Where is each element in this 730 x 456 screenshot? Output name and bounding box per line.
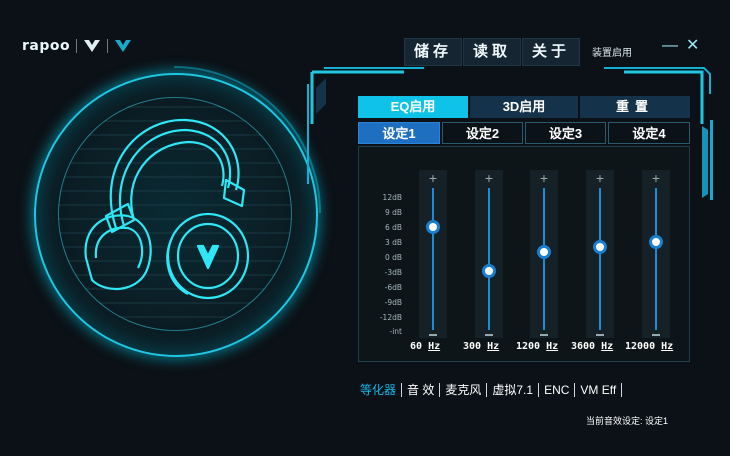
headphone-icon <box>84 118 250 300</box>
brand-logo: rapoo <box>22 38 132 54</box>
band-freq-unit: Hz <box>546 341 559 352</box>
slider-knob-12000hz[interactable] <box>649 234 663 249</box>
scale-label: 12dB <box>382 193 402 202</box>
scale-label: 9 dB <box>384 208 402 217</box>
slider-rail <box>543 188 545 330</box>
minus-icon[interactable] <box>485 334 493 336</box>
band-freq-unit: Hz <box>661 341 674 352</box>
plus-icon[interactable]: + <box>649 170 663 186</box>
band-freq-label: 300 Hz <box>463 341 499 352</box>
nav-virtual-7-1[interactable]: 虚拟7.1 <box>488 381 537 398</box>
slider-rail <box>599 188 601 330</box>
scale-label: 0 dB <box>384 253 402 262</box>
minus-icon[interactable] <box>652 334 660 336</box>
logo-divider <box>76 39 78 53</box>
scale-label: 6 dB <box>384 223 402 232</box>
minimize-icon[interactable]: — <box>662 38 678 54</box>
equalizer-panel <box>358 146 690 362</box>
nav-divider <box>538 382 540 397</box>
v-logo-icon <box>84 40 101 52</box>
band-freq-value: 3600 <box>571 341 596 352</box>
nav-divider <box>574 382 576 397</box>
nav-microphone[interactable]: 麦克风 <box>441 381 485 398</box>
slider-rail <box>488 188 490 330</box>
nav-sound-effects[interactable]: 音 效 <box>403 381 438 398</box>
nav-divider <box>401 382 403 397</box>
device-enable-toggle[interactable]: 装置启用 <box>592 44 632 59</box>
current-preset-status: 当前音效设定: 设定1 <box>586 416 669 426</box>
band-freq-unit: Hz <box>428 341 441 352</box>
about-button[interactable]: 关于 <box>522 38 580 66</box>
band-freq-value: 300 <box>463 341 482 352</box>
scale-label: -9dB <box>384 298 402 307</box>
close-icon[interactable]: ✕ <box>686 38 699 54</box>
read-button[interactable]: 读取 <box>463 38 521 66</box>
band-freq-value: 1200 <box>516 341 541 352</box>
nav-equalizer[interactable]: 等化器 <box>356 381 400 398</box>
minus-icon[interactable] <box>596 334 604 336</box>
band-freq-label: 12000 Hz <box>625 341 673 352</box>
brand-name: rapoo <box>22 38 71 54</box>
nav-divider <box>621 382 623 397</box>
plus-icon[interactable]: + <box>482 170 496 186</box>
nav-enc[interactable]: ENC <box>540 383 573 397</box>
band-freq-label: 60 Hz <box>410 341 440 352</box>
scale-label: -3dB <box>384 268 402 277</box>
plus-icon[interactable]: + <box>537 170 551 186</box>
band-freq-value: 60 <box>410 341 423 352</box>
preset-tab-3[interactable]: 设定3 <box>525 122 606 144</box>
preset-tab-1[interactable]: 设定1 <box>358 122 440 144</box>
v-logo-icon <box>115 40 132 52</box>
nav-divider <box>439 382 441 397</box>
band-freq-label: 1200 Hz <box>516 341 558 352</box>
plus-icon[interactable]: + <box>426 170 440 186</box>
band-freq-unit: Hz <box>601 341 614 352</box>
minus-icon[interactable] <box>429 334 437 336</box>
band-freq-label: 3600 Hz <box>571 341 613 352</box>
scale-label: -12dB <box>379 313 402 322</box>
scale-label: -6dB <box>384 283 402 292</box>
preset-tab-2[interactable]: 设定2 <box>442 122 523 144</box>
minus-icon[interactable] <box>540 334 548 336</box>
save-button[interactable]: 储存 <box>404 38 462 66</box>
tab-eq-enable[interactable]: EQ启用 <box>358 96 468 118</box>
panel-scrollbar[interactable] <box>710 120 713 200</box>
band-freq-value: 12000 <box>625 341 656 352</box>
slider-knob-1200hz[interactable] <box>537 244 551 259</box>
scale-label: 3 dB <box>384 238 402 247</box>
slider-rail <box>432 188 434 330</box>
scale-label: -int <box>389 327 402 336</box>
slider-knob-60hz[interactable] <box>426 219 440 234</box>
band-freq-unit: Hz <box>487 341 500 352</box>
logo-divider <box>107 39 109 53</box>
tab-3d-enable[interactable]: 3D启用 <box>470 96 578 118</box>
plus-icon[interactable]: + <box>593 170 607 186</box>
nav-vm-eff[interactable]: VM Eff <box>576 383 620 397</box>
nav-divider <box>486 382 488 397</box>
slider-rail <box>655 188 657 330</box>
slider-knob-3600hz[interactable] <box>593 239 607 254</box>
bottom-nav: 等化器 音 效 麦克风 虚拟7.1 ENC VM Eff <box>356 381 623 398</box>
preset-tab-4[interactable]: 设定4 <box>608 122 690 144</box>
reset-button[interactable]: 重置 <box>580 96 690 118</box>
